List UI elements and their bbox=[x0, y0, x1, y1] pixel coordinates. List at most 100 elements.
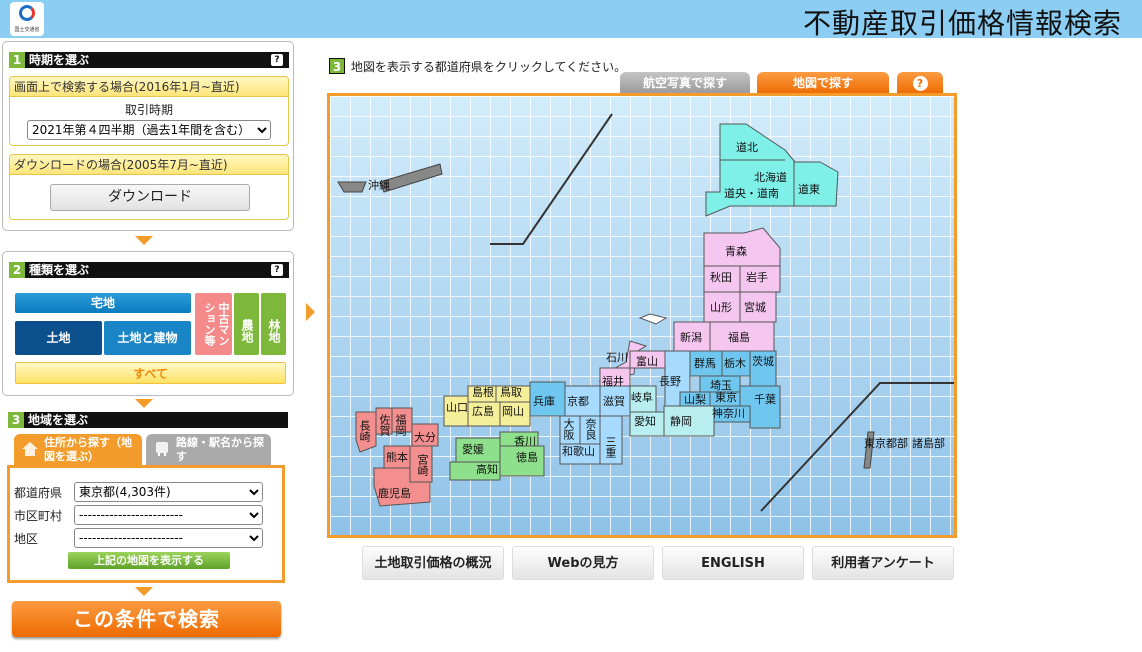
map-label-aichi[interactable]: 愛知 bbox=[634, 416, 656, 428]
map-label-hyogo[interactable]: 兵庫 bbox=[533, 396, 555, 408]
pref-sado[interactable] bbox=[638, 313, 668, 325]
tab-aerial-photo[interactable]: 航空写真で探す bbox=[620, 72, 750, 94]
map-label-nagano[interactable]: 長野 bbox=[659, 376, 681, 388]
step1-heading: 1 時期を選ぶ ? bbox=[9, 52, 289, 68]
map-label-mie[interactable]: 三重 bbox=[604, 436, 617, 458]
map-label-fukui[interactable]: 福井 bbox=[602, 376, 624, 388]
condo-button[interactable]: 中古マンション等 bbox=[195, 293, 232, 355]
map-label-tottori[interactable]: 鳥取 bbox=[500, 387, 522, 399]
map-label-hiroshima[interactable]: 広島 bbox=[472, 406, 494, 418]
arrow-down-icon bbox=[135, 399, 153, 408]
tab-address-label: 住所から探す（地図を選ぶ） bbox=[44, 436, 132, 463]
map-label-osaka[interactable]: 大阪 bbox=[562, 418, 575, 440]
pref-okinawa[interactable] bbox=[337, 181, 367, 193]
map-label-miyagi[interactable]: 宮城 bbox=[744, 302, 766, 314]
step1-panel: 1 時期を選ぶ ? 画面上で検索する場合(2016年1月~直近) 取引時期 20… bbox=[2, 41, 294, 231]
map-label-ishikawa[interactable]: 石川 bbox=[606, 352, 628, 364]
map-label-shizuoka[interactable]: 静岡 bbox=[670, 416, 692, 428]
map-label-kumamoto[interactable]: 熊本 bbox=[386, 452, 408, 464]
map-label-niigata[interactable]: 新潟 bbox=[680, 332, 702, 344]
map-label-hokkaido[interactable]: 北海道 bbox=[754, 172, 787, 184]
map-label-toyama[interactable]: 富山 bbox=[636, 356, 658, 368]
map-label-shimane[interactable]: 島根 bbox=[472, 387, 494, 399]
map-label-fukuoka[interactable]: 福岡 bbox=[394, 414, 407, 436]
help-icon[interactable]: ? bbox=[271, 264, 283, 276]
map-label-ehime[interactable]: 愛媛 bbox=[462, 444, 484, 456]
address-form: 都道府県 東京都(4,303件) 市区町村 ------------------… bbox=[7, 465, 285, 583]
land-building-button[interactable]: 土地と建物 bbox=[104, 321, 191, 355]
map-label-akita[interactable]: 秋田 bbox=[710, 272, 732, 284]
forest-button[interactable]: 林地 bbox=[261, 293, 286, 355]
map-label-islands[interactable]: 諸島部 bbox=[912, 438, 945, 450]
map-label-nagasaki[interactable]: 長崎 bbox=[358, 420, 371, 442]
map-label-wakayama[interactable]: 和歌山 bbox=[562, 446, 595, 458]
pref-hokkaido[interactable] bbox=[705, 123, 839, 217]
map-label-tokyo-islands[interactable]: 東京都部 bbox=[864, 438, 908, 450]
map-label-aomori[interactable]: 青森 bbox=[725, 246, 747, 258]
map-label-doboku[interactable]: 道北 bbox=[736, 142, 758, 154]
arrow-right-icon bbox=[306, 303, 315, 321]
district-select[interactable]: ------------------------ bbox=[74, 528, 263, 548]
map-label-tokyo[interactable]: 東京 bbox=[715, 392, 737, 404]
arrow-down-icon bbox=[135, 587, 153, 596]
train-icon bbox=[154, 442, 170, 456]
howto-link[interactable]: Webの見方 bbox=[512, 546, 654, 580]
map-label-yamaguchi[interactable]: 山口 bbox=[446, 402, 468, 414]
download-heading: ダウンロードの場合(2005年7月~直近) bbox=[10, 155, 288, 175]
map-label-okinawa[interactable]: 沖縄 bbox=[368, 180, 390, 192]
city-select[interactable]: ------------------------ bbox=[74, 505, 263, 525]
map-label-kagoshima[interactable]: 鹿児島 bbox=[378, 488, 411, 500]
map-label-tochigi[interactable]: 栃木 bbox=[724, 358, 746, 370]
residential-button[interactable]: 宅地 bbox=[15, 293, 191, 313]
japan-map: 道北北海道道央・道南 道東青森秋田 岩手山形 宮城新潟 福島石川 富山 長野 群馬 栃木 茨城福井… bbox=[327, 93, 957, 538]
farmland-button[interactable]: 農地 bbox=[234, 293, 259, 355]
map-label-yamanashi[interactable]: 山梨 bbox=[684, 394, 706, 406]
english-link[interactable]: ENGLISH bbox=[662, 546, 804, 580]
map-label-gifu[interactable]: 岐阜 bbox=[631, 392, 653, 404]
tab-line-search[interactable]: 路線・駅名から探す bbox=[146, 434, 271, 466]
map-label-okayama[interactable]: 岡山 bbox=[502, 406, 524, 418]
map-label-kochi[interactable]: 高知 bbox=[476, 464, 498, 476]
help-icon[interactable]: ? bbox=[271, 54, 283, 66]
arrow-down-icon bbox=[135, 236, 153, 245]
download-box: ダウンロードの場合(2005年7月~直近) ダウンロード bbox=[9, 154, 289, 220]
map-label-shiga[interactable]: 滋賀 bbox=[603, 396, 625, 408]
survey-link[interactable]: 利用者アンケート bbox=[812, 546, 954, 580]
map-label-oita[interactable]: 大分 bbox=[414, 432, 436, 444]
step2-panel: 2 種類を選ぶ ? 宅地 土地 土地と建物 中古マンション等 農地 林地 すべて bbox=[2, 251, 294, 396]
land-button[interactable]: 土地 bbox=[15, 321, 102, 355]
house-icon bbox=[22, 442, 38, 456]
map-label-iwate[interactable]: 岩手 bbox=[746, 272, 768, 284]
district-label: 地区 bbox=[14, 532, 39, 546]
ministry-logo[interactable]: 国土交通省 bbox=[10, 2, 44, 36]
all-types-button[interactable]: すべて bbox=[15, 362, 286, 384]
map-label-yamagata[interactable]: 山形 bbox=[710, 302, 732, 314]
header-bar: 国土交通省 不動産取引価格情報検索 bbox=[0, 0, 1142, 40]
tab-map[interactable]: 地図で探す bbox=[757, 72, 889, 94]
map-label-tokushima[interactable]: 徳島 bbox=[516, 452, 538, 464]
map-instruction: 3 地図を表示する都道府県をクリックしてください。 bbox=[329, 58, 626, 75]
map-label-dochuo[interactable]: 道央・道南 bbox=[724, 188, 779, 200]
city-label: 市区町村 bbox=[14, 509, 63, 523]
map-label-kyoto[interactable]: 京都 bbox=[567, 396, 589, 408]
overview-link[interactable]: 土地取引価格の概況 bbox=[362, 546, 504, 580]
map-label-saga[interactable]: 佐賀 bbox=[378, 414, 391, 436]
map-label-kagawa[interactable]: 香川 bbox=[514, 436, 536, 448]
step2-title: 種類を選ぶ bbox=[29, 263, 90, 277]
map-help-tab[interactable]: ? bbox=[897, 72, 943, 94]
pref-select[interactable]: 東京都(4,303件) bbox=[74, 482, 263, 502]
map-label-miyazaki[interactable]: 宮崎 bbox=[416, 454, 429, 476]
search-button[interactable]: この条件で検索 bbox=[12, 601, 281, 637]
download-button[interactable]: ダウンロード bbox=[50, 184, 250, 211]
step1-title: 時期を選ぶ bbox=[29, 53, 90, 67]
map-label-fukushima[interactable]: 福島 bbox=[728, 332, 750, 344]
map-label-gunma[interactable]: 群馬 bbox=[694, 358, 716, 370]
map-label-doto[interactable]: 道東 bbox=[798, 184, 820, 196]
map-label-chiba[interactable]: 千葉 bbox=[754, 394, 776, 406]
map-label-nara[interactable]: 奈良 bbox=[584, 418, 597, 440]
map-label-ibaraki[interactable]: 茨城 bbox=[752, 356, 774, 368]
tab-address-search[interactable]: 住所から探す（地図を選ぶ） bbox=[14, 434, 142, 466]
show-map-button[interactable]: 上記の地図を表示する bbox=[68, 552, 230, 569]
map-label-kanagawa[interactable]: 神奈川 bbox=[712, 408, 745, 420]
period-select[interactable]: 2021年第４四半期（過去1年間を含む） bbox=[27, 120, 271, 140]
